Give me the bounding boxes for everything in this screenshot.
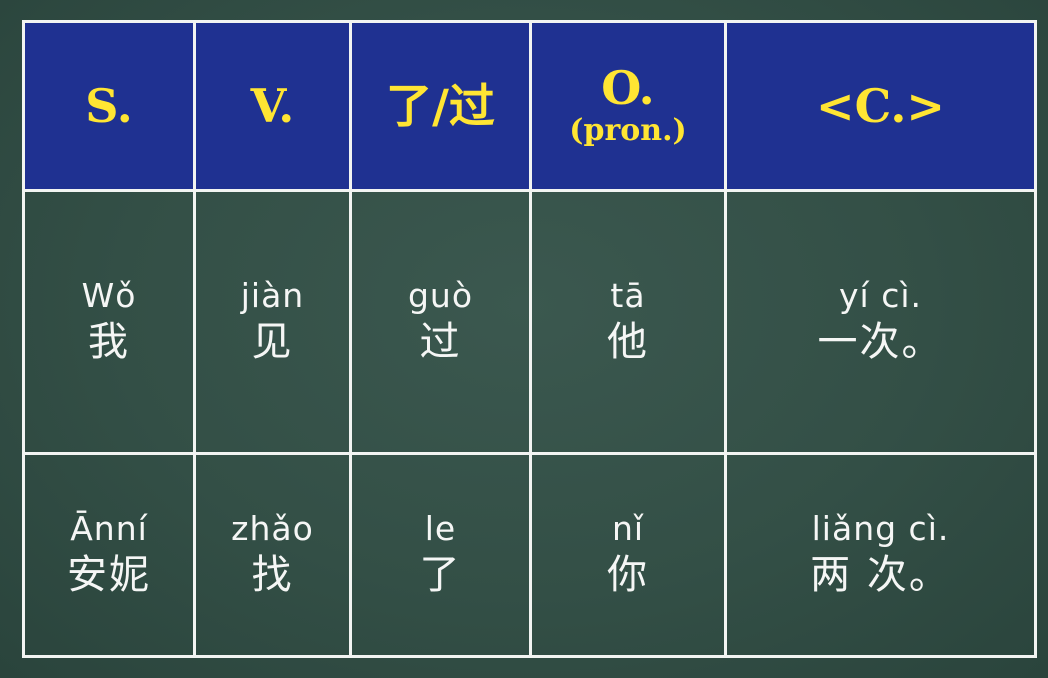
- pinyin-text: liǎng cì.: [811, 509, 950, 549]
- table-cell: yí cì. 一次。: [724, 188, 1037, 456]
- table-cell: le 了: [349, 452, 532, 658]
- hanzi-text: 过: [419, 318, 462, 365]
- header-complement: <C.>: [724, 20, 1037, 192]
- table-cell: guò 过: [349, 188, 532, 456]
- hanzi-text: 一次。: [817, 318, 944, 365]
- table-cell: nǐ 你: [529, 452, 727, 658]
- table-cell: tā 他: [529, 188, 727, 456]
- hanzi-text: 了: [419, 551, 462, 598]
- pinyin-text: zhǎo: [231, 509, 314, 549]
- table-cell: jiàn 见: [193, 188, 352, 456]
- header-label: <C.>: [816, 78, 945, 133]
- pinyin-text: tā: [610, 276, 646, 316]
- table-cell: Wǒ 我: [22, 188, 196, 456]
- header-sublabel: (pron.): [569, 113, 687, 149]
- header-verb: V.: [193, 20, 352, 192]
- hanzi-text: 他: [607, 318, 649, 365]
- table-header-row: S. V. 了/过 O. (pron.) <C.>: [22, 20, 1037, 192]
- pinyin-text: guò: [407, 276, 474, 316]
- hanzi-text: 见: [251, 318, 294, 365]
- pinyin-text: yí cì.: [839, 276, 922, 316]
- grammar-pattern-table: S. V. 了/过 O. (pron.) <C.> Wǒ 我 jiàn 见 gu…: [22, 20, 1037, 658]
- header-object: O. (pron.): [529, 20, 727, 192]
- hanzi-text: 我: [88, 318, 130, 365]
- header-label: 了/过: [386, 78, 495, 133]
- table-cell: liǎng cì. 两 次。: [724, 452, 1037, 658]
- hanzi-text: 你: [607, 551, 649, 598]
- header-aspect-particle: 了/过: [349, 20, 532, 192]
- header-label: V.: [250, 78, 295, 133]
- table-cell: Ānní 安妮: [22, 452, 196, 658]
- table-row: Ānní 安妮 zhǎo 找 le 了 nǐ 你 liǎng cì. 两 次。: [22, 452, 1037, 658]
- pinyin-text: le: [424, 509, 457, 549]
- pinyin-text: Ānní: [70, 509, 148, 549]
- pinyin-text: jiàn: [240, 276, 305, 316]
- header-subject: S.: [22, 20, 196, 192]
- table-cell: zhǎo 找: [193, 452, 352, 658]
- pinyin-text: nǐ: [611, 509, 645, 549]
- chalkboard: S. V. 了/过 O. (pron.) <C.> Wǒ 我 jiàn 见 gu…: [0, 0, 1048, 678]
- hanzi-text: 两 次。: [810, 551, 951, 598]
- table-row: Wǒ 我 jiàn 见 guò 过 tā 他 yí cì. 一次。: [22, 188, 1037, 456]
- pinyin-text: Wǒ: [81, 276, 137, 316]
- header-label: O.: [601, 61, 655, 116]
- header-label: S.: [85, 78, 133, 133]
- hanzi-text: 安妮: [67, 551, 151, 598]
- hanzi-text: 找: [251, 551, 294, 598]
